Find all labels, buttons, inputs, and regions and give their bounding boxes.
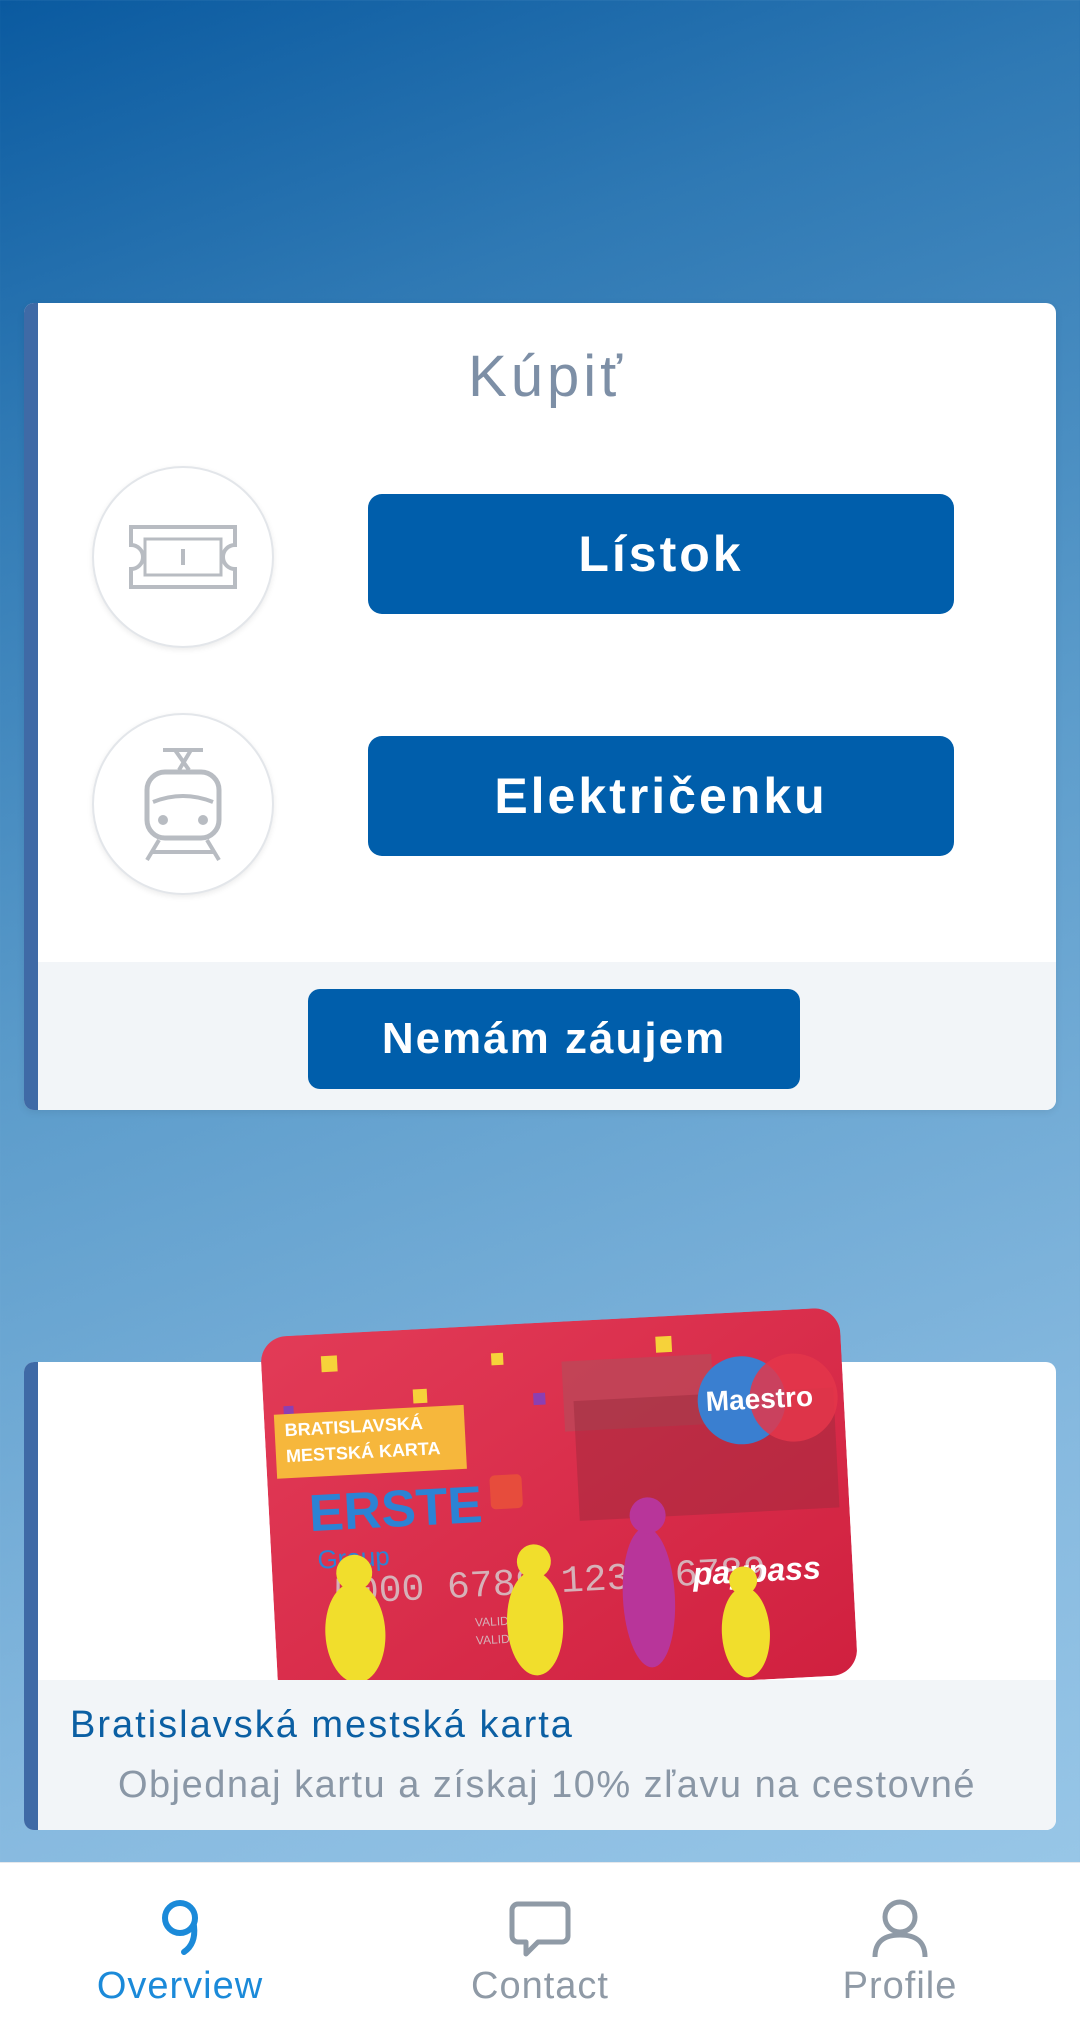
nav-overview-label: Overview (96, 1965, 264, 2007)
card-accent-bar (24, 303, 38, 1110)
card-bank-logo: ERSTE (308, 1476, 484, 1543)
city-card-image: BRATISLAVSKÁ MESTSKÁ KARTA ERSTE Group M… (261, 1308, 857, 1704)
tram-icon (92, 713, 274, 895)
card-accent-bar (24, 1362, 38, 1830)
ticket-icon (92, 466, 274, 648)
nav-profile[interactable]: Profile (720, 1863, 1080, 2032)
not-interested-button[interactable]: Nemám záujem (308, 989, 800, 1089)
nav-contact[interactable]: Contact (360, 1863, 720, 2032)
buy-ticket-button[interactable]: Lístok (368, 494, 954, 614)
buy-card: Kúpiť Lístok Električenku Nemám záujem (24, 303, 1056, 1110)
buy-card-footer: Nemám záujem (38, 962, 1056, 1110)
card-paypass: paypass (691, 1549, 822, 1592)
promo-card[interactable]: BRATISLAVSKÁ MESTSKÁ KARTA ERSTE Group M… (24, 1308, 1056, 1830)
nav-profile-label: Profile (842, 1965, 958, 2007)
overview-icon (158, 1893, 202, 1963)
promo-card-footer: Bratislavská mestská karta Objednaj kart… (38, 1680, 1056, 1830)
buy-title: Kúpiť (468, 344, 626, 409)
promo-subtitle: Objednaj kartu a získaj 10% zľavu na ces… (117, 1764, 977, 1806)
promo-title: Bratislavská mestská karta (70, 1704, 574, 1746)
chat-icon (508, 1893, 572, 1963)
card-brand: Maestro (705, 1381, 814, 1418)
profile-icon (870, 1893, 930, 1963)
bottom-nav: Overview Contact Profile (0, 1862, 1080, 2032)
nav-overview[interactable]: Overview (0, 1863, 360, 2032)
nav-contact-label: Contact (471, 1965, 609, 2007)
buy-pass-button[interactable]: Električenku (368, 736, 954, 856)
